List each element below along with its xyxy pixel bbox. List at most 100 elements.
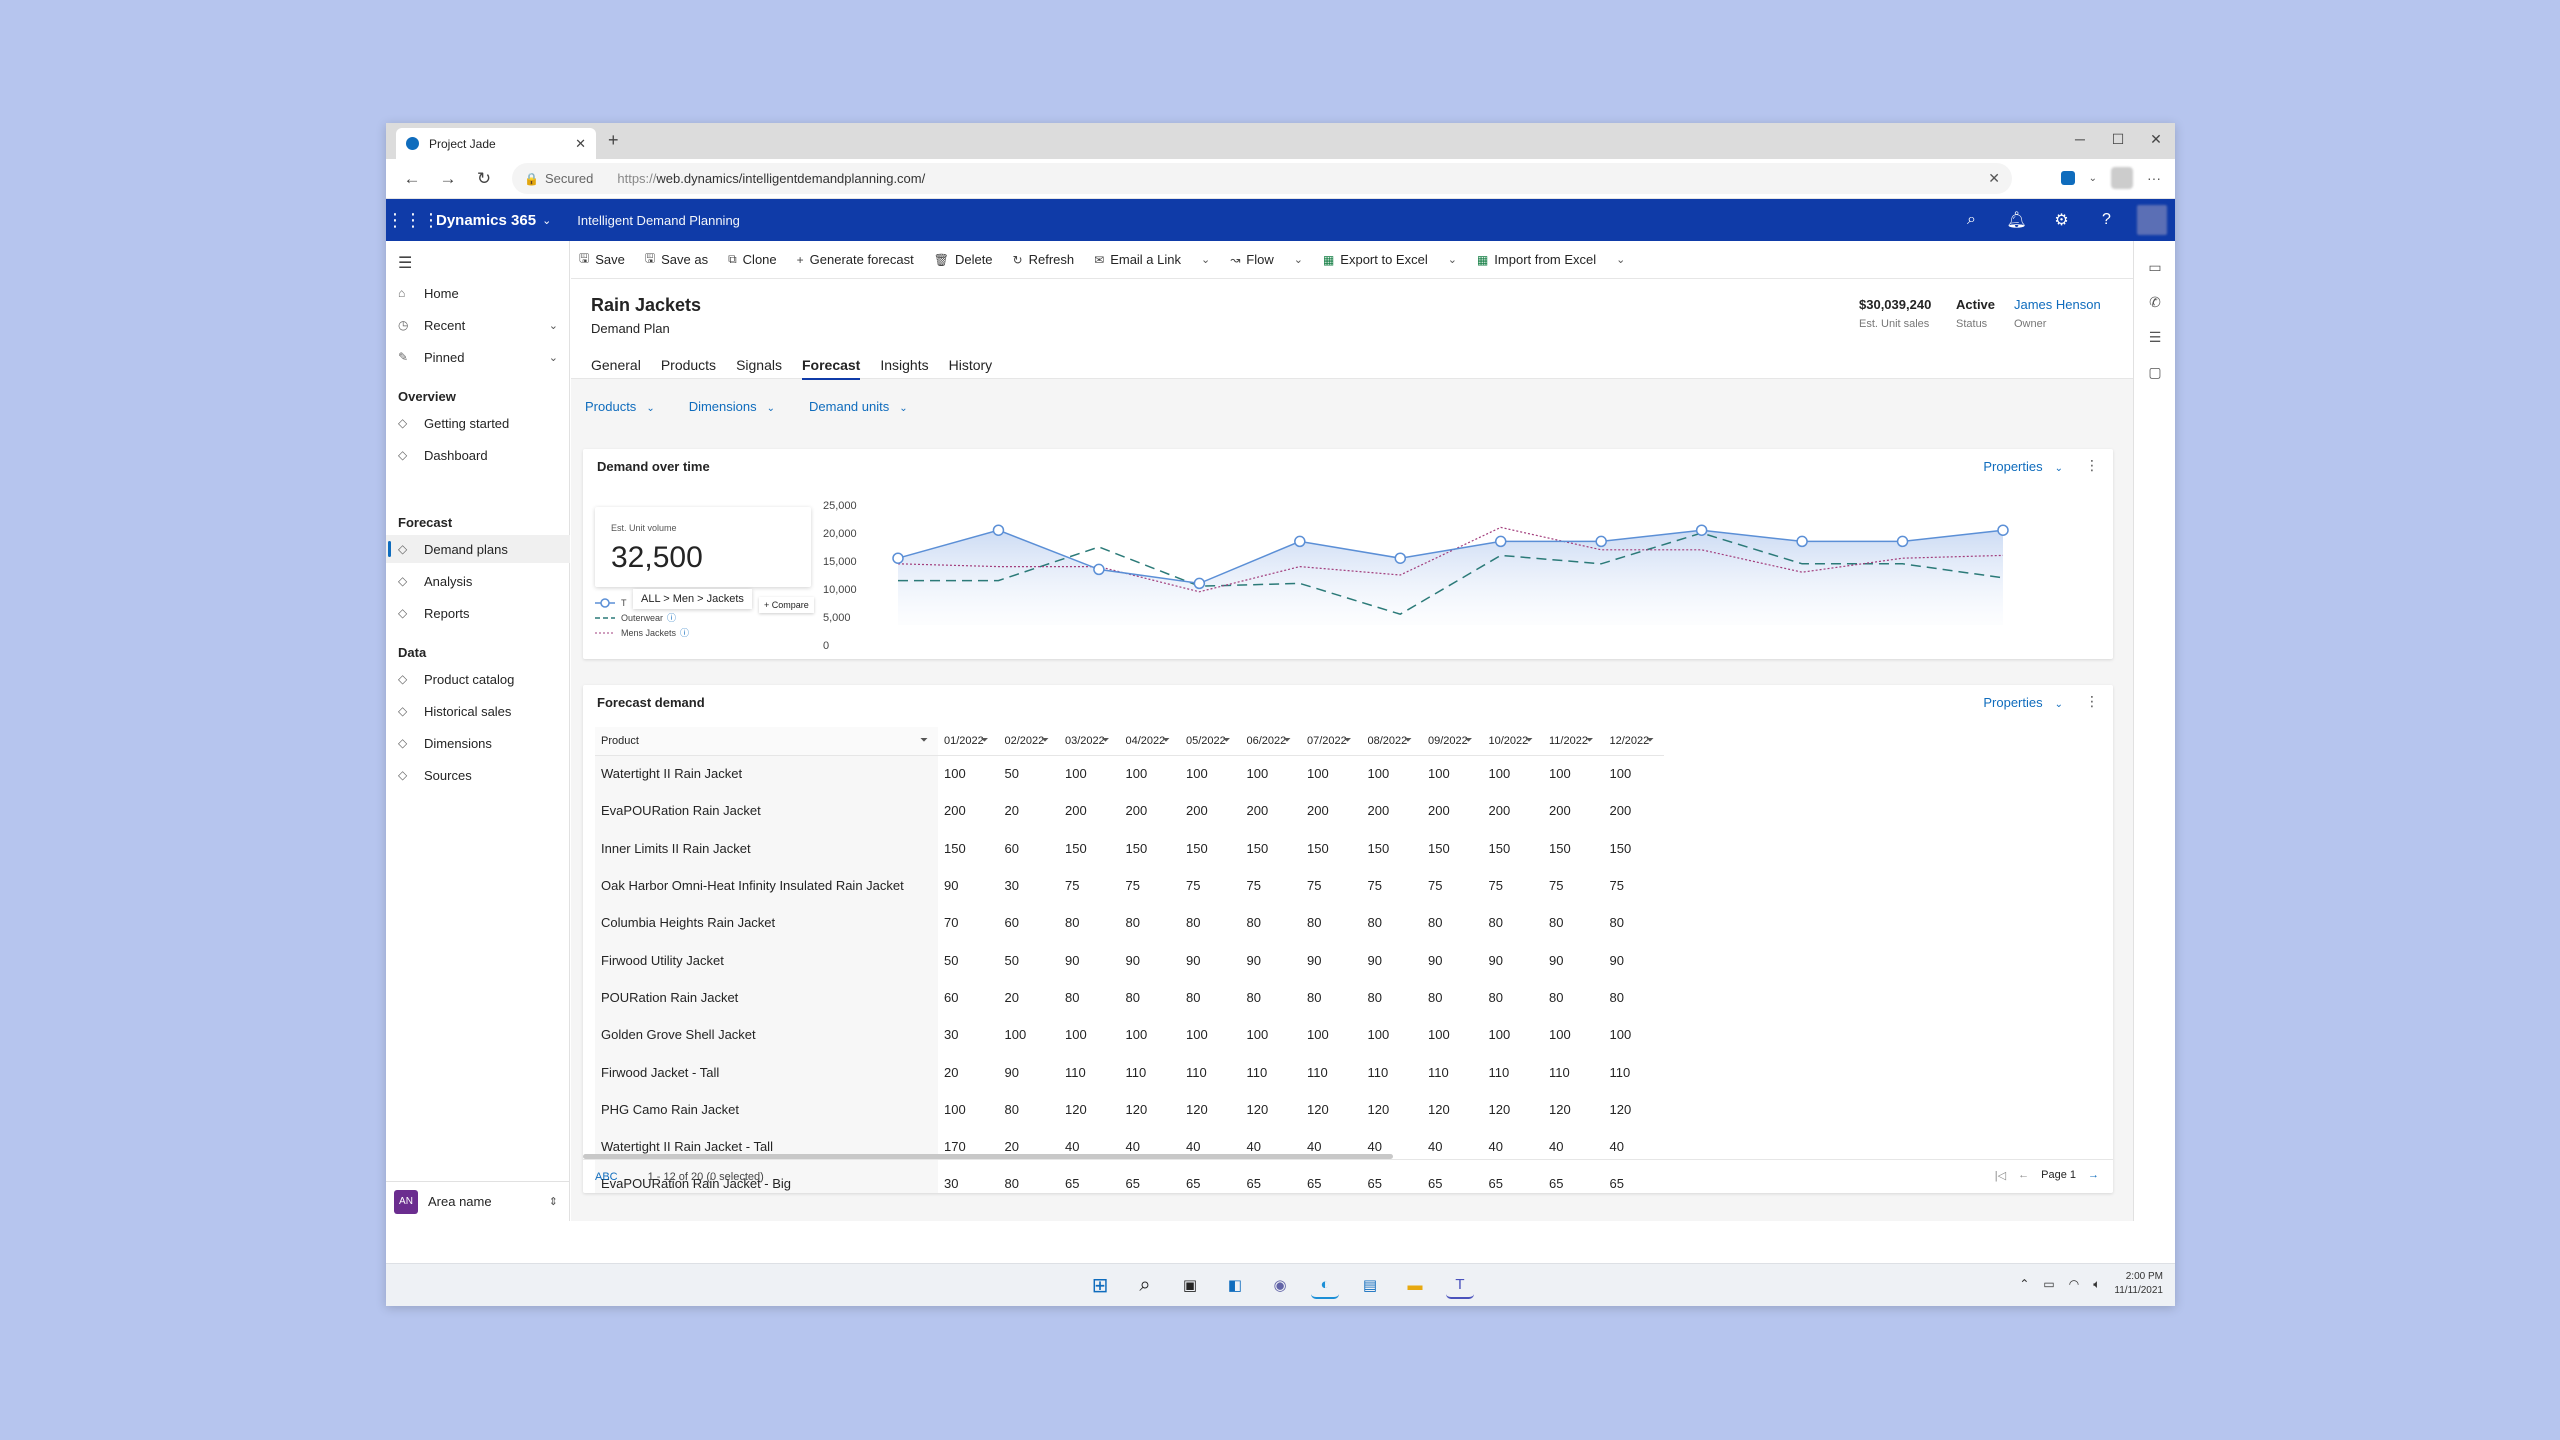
abc-jump-bar[interactable]: ABC [595,1171,618,1183]
filter-icon[interactable]: ⏷ [1283,735,1291,746]
app-name[interactable]: Dynamics 365 [436,212,536,229]
products-filter-dropdown[interactable]: Products ⌄ [585,399,655,414]
teams-chat-icon[interactable]: ◉ [1266,1271,1294,1299]
forecast-cell[interactable]: 80 [1422,904,1483,941]
column-header-month[interactable]: 08/2022 ⏷ [1361,727,1422,756]
nav-item-analysis[interactable]: ◇ Analysis [386,567,570,595]
forecast-cell[interactable]: 120 [1422,1091,1483,1128]
forecast-cell[interactable]: 100 [1059,1016,1120,1053]
forecast-cell[interactable]: 100 [1604,1016,1665,1053]
battery-icon[interactable]: ▭ [2043,1277,2054,1291]
forecast-cell[interactable]: 100 [1422,1016,1483,1053]
column-header-month[interactable]: 06/2022 ⏷ [1240,727,1301,756]
url-input[interactable]: 🔒 Secured https:// web.dynamics/intellig… [512,163,2012,194]
user-avatar[interactable] [2137,205,2167,235]
task-view-icon[interactable]: ▣ [1176,1271,1204,1299]
forecast-cell[interactable]: 150 [1059,830,1120,867]
forecast-cell[interactable]: 80 [1180,904,1241,941]
forecast-cell[interactable]: 75 [1543,867,1604,904]
forecast-cell[interactable]: 200 [1120,792,1181,829]
forecast-cell[interactable]: 75 [1362,867,1423,904]
table-row[interactable]: Watertight II Rain Jacket 100 50 100 100 100 1… [595,755,1665,793]
column-header-month[interactable]: 03/2022 ⏷ [1059,727,1120,756]
clear-url-icon[interactable]: ✕ [1988,170,2000,187]
forecast-cell[interactable]: 90 [1241,941,1302,978]
forecast-cell[interactable]: 150 [1241,830,1302,867]
first-page-icon[interactable]: |◁ [1995,1169,2006,1182]
forecast-cell[interactable]: 110 [1543,1053,1604,1090]
forecast-cell[interactable]: 90 [1120,941,1181,978]
info-icon[interactable]: ⓘ [680,626,689,639]
data-point[interactable] [1997,524,2009,536]
forecast-cell[interactable]: 30 [938,1016,999,1053]
delete-button[interactable]: 🗑 Delete [934,252,993,267]
filter-icon[interactable]: ⏷ [1404,735,1412,746]
previous-page-icon[interactable]: ← [2018,1169,2029,1182]
forecast-cell[interactable]: 100 [1483,1016,1544,1053]
table-row[interactable]: Oak Harbor Omni-Heat Infinity Insulated … [595,866,1665,905]
edge-browser-icon[interactable]: ◐ [1311,1271,1339,1299]
forecast-cell[interactable]: 80 [1059,979,1120,1016]
table-row[interactable]: Columbia Heights Rain Jacket 70 60 80 80 80 80… [595,904,1664,942]
save-as-button[interactable]: 🖫 Save as [645,249,708,270]
data-point[interactable] [992,524,1005,536]
filter-icon[interactable]: ⏷ [1465,735,1473,746]
forecast-cell[interactable]: 200 [1604,792,1665,829]
nav-item-demand-plans[interactable]: ◇ Demand plans [386,535,570,563]
data-point[interactable] [1896,535,1909,548]
forecast-cell[interactable]: 100 [1362,1016,1423,1053]
forecast-cell[interactable]: 60 [938,979,999,1016]
forecast-cell[interactable]: 110 [1483,1053,1544,1090]
forecast-cell[interactable]: 200 [1362,792,1423,829]
forecast-cell[interactable]: 100 [999,1016,1060,1053]
forecast-cell[interactable]: 200 [938,792,999,829]
forecast-cell[interactable]: 120 [1180,1091,1241,1128]
forecast-cell[interactable]: 100 [1120,755,1181,792]
forecast-cell[interactable]: 120 [1362,1091,1423,1128]
column-header-month[interactable]: 11/2022 ⏷ [1543,727,1604,756]
widgets-icon[interactable]: ◧ [1221,1271,1249,1299]
nav-item-getting-started[interactable]: ◇ Getting started [386,409,570,437]
forecast-cell[interactable]: 90 [1301,941,1362,978]
forecast-cell[interactable]: 120 [1241,1091,1302,1128]
filter-icon[interactable]: ⏷ [981,735,989,746]
forecast-cell[interactable]: 75 [1483,867,1544,904]
refresh-button[interactable]: ↻ Refresh [1013,252,1075,267]
forecast-cell[interactable]: 75 [1604,867,1665,904]
forecast-cell[interactable]: 110 [1604,1053,1665,1090]
nav-item-sources[interactable]: ◇ Sources [386,761,570,789]
wifi-icon[interactable]: ◠ [2069,1277,2079,1291]
import-chevron-icon[interactable]: ⌄ [1616,253,1625,266]
teams-icon[interactable]: T [1446,1271,1474,1299]
forecast-cell[interactable]: 80 [1483,904,1544,941]
task-list-icon[interactable]: ☰ [2134,329,2175,346]
forecast-cell[interactable]: 100 [1301,1016,1362,1053]
chevron-down-icon[interactable]: ⌄ [549,319,558,332]
nav-item-product-catalog[interactable]: ◇ Product catalog [386,665,570,693]
filter-icon[interactable]: ⏷ [1223,735,1231,746]
forecast-cell[interactable]: 60 [999,830,1060,867]
forecast-cell[interactable]: 110 [1241,1053,1302,1090]
forecast-cell[interactable]: 90 [1543,941,1604,978]
forecast-cell[interactable]: 150 [1543,830,1604,867]
minimize-icon[interactable]: ─ [2061,123,2099,159]
column-header-month[interactable]: 01/2022 ⏷ [938,727,999,756]
tab-history[interactable]: History [949,357,993,380]
forecast-cell[interactable]: 100 [1301,755,1362,792]
forecast-cell[interactable]: 90 [1059,941,1120,978]
compare-button[interactable]: + Compare [759,597,814,613]
forecast-cell[interactable]: 200 [1301,792,1362,829]
forecast-cell[interactable]: 20 [938,1053,999,1090]
data-point[interactable] [1294,535,1306,548]
flow-button[interactable]: ↝ Flow [1230,252,1274,267]
reload-icon[interactable]: ↻ [466,169,502,189]
forecast-cell[interactable]: 100 [1543,755,1604,792]
filter-icon[interactable]: ⏷ [1525,735,1533,746]
forecast-cell[interactable]: 80 [1362,904,1423,941]
new-tab-icon[interactable]: + [608,130,619,151]
notifications-icon[interactable]: 🔔︎ [1994,210,2039,230]
column-header-month[interactable]: 12/2022 ⏷ [1603,727,1664,756]
forecast-cell[interactable]: 120 [1604,1091,1665,1128]
forecast-cell[interactable]: 100 [1604,755,1665,792]
forecast-cell[interactable]: 200 [1543,792,1604,829]
